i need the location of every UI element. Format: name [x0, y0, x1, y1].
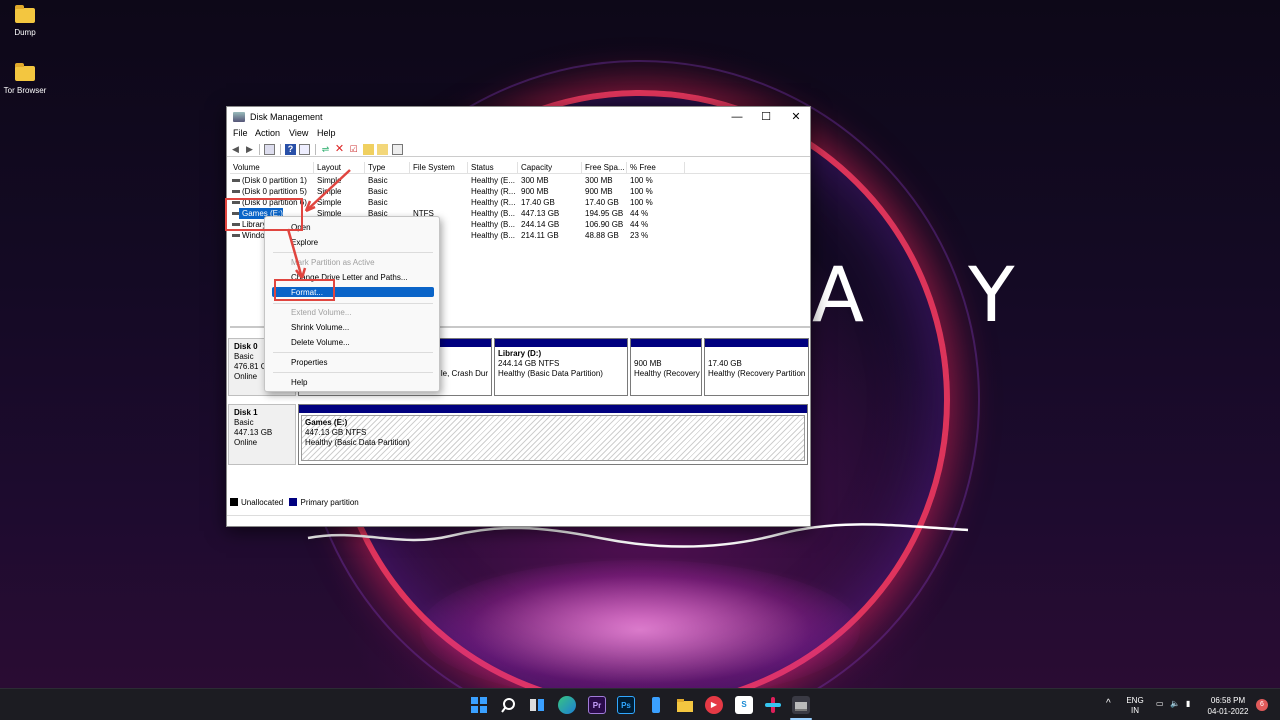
slack-icon[interactable] [764, 696, 782, 714]
media-player-icon[interactable]: ▶ [705, 696, 723, 714]
language-indicator[interactable]: ENG IN [1124, 696, 1146, 716]
taskbar: Pr Ps ▶ S ^ ENG IN ▭ 🔈 ▮ 06:58 PM 04-01-… [0, 688, 1280, 720]
clock-time: 06:58 PM [1210, 696, 1246, 705]
edge-icon[interactable] [558, 696, 576, 714]
premiere-icon[interactable]: Pr [588, 696, 606, 714]
volume-icon[interactable]: 🔈 [1170, 699, 1180, 708]
sway-icon[interactable]: S [735, 696, 753, 714]
windows-start-icon[interactable] [470, 696, 488, 714]
photoshop-icon[interactable]: Ps [617, 696, 635, 714]
phone-icon[interactable] [647, 696, 665, 714]
clock-date: 04-01-2022 [1207, 707, 1249, 716]
clock[interactable]: 06:58 PM 04-01-2022 [1203, 695, 1253, 717]
annotation-arrows [286, 169, 351, 279]
region-code: IN [1131, 706, 1139, 715]
display-icon[interactable]: ▭ [1156, 699, 1164, 708]
notification-badge[interactable]: 6 [1256, 699, 1268, 711]
show-hidden-icons-icon[interactable]: ^ [1106, 698, 1111, 709]
file-explorer-icon[interactable] [676, 696, 694, 714]
battery-icon[interactable]: ▮ [1186, 699, 1190, 708]
disk-management-icon[interactable] [792, 696, 810, 714]
task-view-icon[interactable] [528, 696, 546, 714]
search-icon[interactable] [500, 696, 518, 714]
language-code: ENG [1126, 696, 1144, 705]
